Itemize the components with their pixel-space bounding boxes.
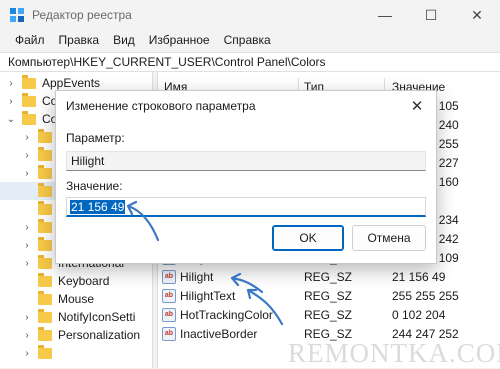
folder-icon <box>22 110 36 125</box>
maximize-button[interactable]: ☐ <box>408 0 454 30</box>
cell-value: 0 102 204 <box>392 308 446 322</box>
folder-icon <box>38 254 52 269</box>
folder-icon <box>38 290 52 305</box>
chevron-right-icon[interactable]: › <box>20 222 34 233</box>
tree-item-personalization[interactable]: › Personalization <box>0 326 152 344</box>
cell-value: 255 255 255 <box>392 289 459 303</box>
address-bar[interactable]: Компьютер\HKEY_CURRENT_USER\Control Pane… <box>0 52 500 72</box>
table-row[interactable]: ab Hilight REG_SZ 21 156 49 <box>158 268 500 287</box>
cell-type: REG_SZ <box>304 308 353 322</box>
param-label: Параметр: <box>66 131 125 145</box>
folder-icon <box>38 182 52 197</box>
cell-name: Hilight <box>180 270 214 284</box>
cell-name: InactiveBorder <box>180 327 258 341</box>
chevron-right-icon[interactable]: › <box>20 348 34 359</box>
edit-string-dialog: Изменение строкового параметра ✕ Парамет… <box>55 90 437 264</box>
menu-file[interactable]: Файл <box>8 30 52 52</box>
watermark: REMONTKA.COM <box>288 338 500 368</box>
cell-name: HilightText <box>180 289 236 303</box>
folder-icon <box>38 344 52 359</box>
folder-icon <box>38 326 52 341</box>
string-value-icon: ab <box>162 270 176 284</box>
chevron-down-icon[interactable]: ⌄ <box>4 114 18 125</box>
menu-bar: Файл Правка Вид Избранное Справка <box>0 30 500 52</box>
folder-icon <box>38 308 52 323</box>
chevron-right-icon[interactable]: › <box>20 240 34 251</box>
menu-edit[interactable]: Правка <box>52 30 107 52</box>
tree-item-mouse[interactable]: Mouse <box>0 290 152 308</box>
chevron-right-icon[interactable]: › <box>20 132 34 143</box>
folder-icon <box>38 146 52 161</box>
minimize-button[interactable]: — <box>362 0 408 30</box>
chevron-right-icon[interactable]: › <box>20 168 34 179</box>
cancel-button[interactable]: Отмена <box>352 225 426 251</box>
title-bar: Редактор реестра — ☐ ✕ <box>0 0 500 30</box>
cell-value: 21 156 49 <box>392 270 446 284</box>
dialog-title: Изменение строкового параметра <box>66 99 256 113</box>
folder-icon <box>38 236 52 251</box>
selected-value-text[interactable]: 21 156 49 <box>70 200 126 214</box>
chevron-right-icon[interactable]: › <box>4 78 18 89</box>
window-title: Редактор реестра <box>32 8 132 22</box>
chevron-right-icon[interactable]: › <box>20 150 34 161</box>
chevron-right-icon[interactable]: › <box>20 330 34 341</box>
table-row[interactable]: ab HotTrackingColor REG_SZ 0 102 204 <box>158 306 500 325</box>
ok-button[interactable]: OK <box>272 225 344 251</box>
value-label: Значение: <box>66 179 123 193</box>
folder-icon <box>22 92 36 107</box>
close-button[interactable]: ✕ <box>454 0 500 30</box>
folder-icon <box>38 272 52 287</box>
chevron-right-icon[interactable]: › <box>20 258 34 269</box>
folder-icon <box>38 128 52 143</box>
tree-item-notifyiconsettings[interactable]: › NotifyIconSetti <box>0 308 152 326</box>
chevron-right-icon[interactable]: › <box>20 312 34 323</box>
cell-name: HotTrackingColor <box>180 308 273 322</box>
cell-type: REG_SZ <box>304 270 353 284</box>
string-value-icon: ab <box>162 308 176 322</box>
string-value-icon: ab <box>162 289 176 303</box>
param-name-field: Hilight <box>66 151 426 171</box>
tree-item-partial[interactable]: › <box>0 344 152 362</box>
value-input[interactable]: 21 156 49 <box>66 197 426 217</box>
tree-item-keyboard[interactable]: Keyboard <box>0 272 152 290</box>
chevron-right-icon[interactable]: › <box>4 96 18 107</box>
string-value-icon: ab <box>162 327 176 341</box>
cell-type: REG_SZ <box>304 289 353 303</box>
menu-view[interactable]: Вид <box>106 30 142 52</box>
folder-icon <box>38 200 52 215</box>
folder-icon <box>22 74 36 89</box>
folder-icon <box>38 164 52 179</box>
menu-help[interactable]: Справка <box>217 30 278 52</box>
menu-favorites[interactable]: Избранное <box>142 30 217 52</box>
folder-icon <box>38 218 52 233</box>
registry-editor-icon <box>10 8 24 22</box>
table-row[interactable]: ab HilightText REG_SZ 255 255 255 <box>158 287 500 306</box>
close-icon[interactable]: ✕ <box>404 95 430 117</box>
